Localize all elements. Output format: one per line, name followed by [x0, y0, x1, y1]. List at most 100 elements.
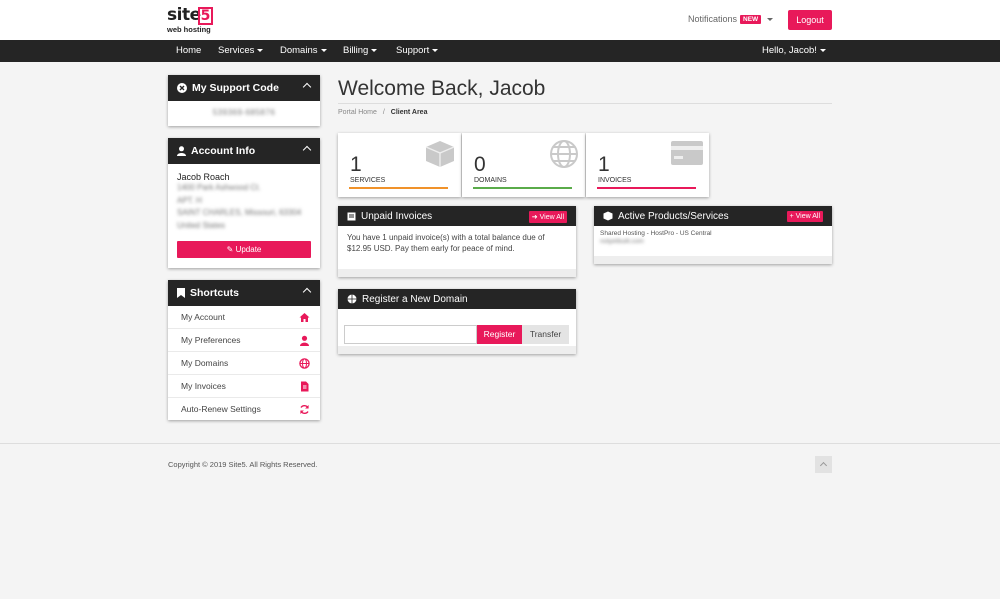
account-info-header[interactable]: Account Info — [168, 138, 320, 164]
invoices-tile[interactable]: 1 INVOICES — [586, 133, 709, 197]
services-count: 1 — [350, 153, 362, 176]
nav-billing-label: Billing — [343, 45, 369, 56]
invoice-icon — [299, 381, 310, 392]
shortcut-label: My Account — [181, 312, 225, 322]
nav-support-label: Support — [396, 45, 430, 56]
chevron-down-icon — [320, 48, 327, 52]
shortcut-auto-renew[interactable]: Auto-Renew Settings — [168, 398, 320, 421]
shortcut-label: My Domains — [181, 358, 229, 368]
invoice-icon — [347, 212, 356, 221]
nav-home-label: Home — [176, 45, 202, 56]
shortcuts-title: Shortcuts — [190, 287, 240, 299]
logo-tagline: web hosting — [167, 25, 211, 34]
shortcut-my-domains[interactable]: My Domains — [168, 352, 320, 375]
header: site 5 web hosting Notifications NEW Log… — [0, 0, 1000, 40]
shortcut-my-invoices[interactable]: My Invoices — [168, 375, 320, 398]
domains-bar — [473, 187, 572, 189]
main-nav: Home Services Domains Billing Support He… — [0, 40, 1000, 62]
chevron-up-icon[interactable] — [302, 287, 312, 297]
unpaid-invoices-panel: Unpaid Invoices ➜ View All You have 1 un… — [338, 206, 576, 277]
breadcrumb-separator: / — [382, 109, 385, 116]
invoices-bar — [597, 187, 696, 189]
domain-search-input[interactable] — [344, 325, 477, 344]
shortcut-label: My Preferences — [181, 335, 241, 345]
home-icon — [299, 312, 310, 323]
pencil-icon: ✎ — [226, 245, 234, 254]
unpaid-invoices-header: Unpaid Invoices ➜ View All — [338, 206, 576, 226]
refresh-icon — [299, 404, 310, 415]
support-code-panel: My Support Code 539369-685876 — [168, 75, 320, 126]
globe-icon — [549, 139, 579, 171]
update-button-label: Update — [235, 245, 262, 254]
chevron-down-icon — [432, 48, 439, 52]
globe-icon — [347, 294, 357, 304]
chevron-down-icon — [257, 48, 264, 52]
shortcut-label: My Invoices — [181, 381, 226, 391]
unpaid-invoices-message: You have 1 unpaid invoice(s) with a tota… — [347, 233, 545, 253]
unpaid-invoices-title: Unpaid Invoices — [361, 210, 433, 222]
view-all-products-button[interactable]: + View All — [786, 211, 823, 222]
credit-card-icon — [671, 141, 703, 167]
nav-billing[interactable]: Billing — [343, 40, 378, 62]
support-code-title: My Support Code — [192, 82, 279, 94]
account-name: Jacob Roach — [177, 172, 230, 182]
box-icon — [425, 140, 455, 170]
breadcrumb: Portal Home / Client Area — [338, 109, 427, 116]
transfer-button[interactable]: Transfer — [522, 325, 569, 344]
account-info-panel: Account Info Jacob Roach 1400 Park Ashwo… — [168, 138, 320, 268]
support-code-header[interactable]: My Support Code — [168, 75, 320, 101]
register-domain-title: Register a New Domain — [362, 293, 468, 305]
nav-services-label: Services — [218, 45, 255, 56]
nav-domains[interactable]: Domains — [280, 40, 327, 62]
view-all-invoices-button[interactable]: ➜ View All — [528, 211, 567, 223]
title-divider — [338, 103, 832, 104]
nav-support[interactable]: Support — [396, 40, 439, 62]
site5-logo[interactable]: site 5 web hosting — [167, 5, 219, 35]
shortcut-my-preferences[interactable]: My Preferences — [168, 329, 320, 352]
domains-label: DOMAINS — [474, 177, 507, 184]
page-title: Welcome Back, Jacob — [338, 77, 546, 100]
nav-domains-label: Domains — [280, 45, 318, 56]
logout-button[interactable]: Logout — [788, 10, 832, 30]
register-domain-panel: Register a New Domain Register Transfer — [338, 289, 576, 354]
nav-home[interactable]: Home — [176, 40, 201, 62]
breadcrumb-current: Client Area — [390, 109, 428, 116]
notifications-label: Notifications — [688, 14, 738, 24]
breadcrumb-home[interactable]: Portal Home — [338, 109, 377, 116]
panel-footer — [338, 269, 576, 277]
logo-wordmark: site — [167, 5, 201, 25]
shortcuts-panel: Shortcuts My Account My Preferences My D… — [168, 280, 320, 420]
chevron-down-icon — [767, 17, 774, 21]
copyright: Copyright © 2019 Site5. All Rights Reser… — [168, 460, 318, 469]
active-products-header: Active Products/Services + View All — [594, 206, 832, 226]
domains-tile[interactable]: 0 DOMAINS — [462, 133, 585, 197]
account-info-title: Account Info — [191, 145, 256, 157]
notifications-dropdown[interactable]: Notifications NEW — [688, 14, 774, 24]
address-line: SAINT CHARLES, Missouri, 63304 — [177, 208, 302, 217]
user-icon — [177, 146, 186, 156]
user-greeting: Hello, Jacob! — [762, 45, 817, 56]
services-tile[interactable]: 1 SERVICES — [338, 133, 461, 197]
chevron-up-icon[interactable] — [302, 82, 312, 92]
services-label: SERVICES — [350, 177, 386, 184]
address-line: United States — [177, 220, 226, 230]
register-button[interactable]: Register — [477, 325, 522, 344]
register-domain-header: Register a New Domain — [338, 289, 576, 309]
chevron-down-icon — [819, 48, 826, 52]
view-all-label: View All — [539, 214, 564, 221]
user-menu[interactable]: Hello, Jacob! — [762, 40, 826, 62]
chevron-up-icon[interactable] — [302, 145, 312, 155]
support-code-value: 539369-685876 — [212, 108, 276, 117]
active-products-panel: Active Products/Services + View All Shar… — [594, 206, 832, 264]
footer-divider — [0, 443, 1000, 444]
nav-services[interactable]: Services — [218, 40, 264, 62]
shortcut-my-account[interactable]: My Account — [168, 306, 320, 329]
back-to-top-button[interactable] — [815, 456, 832, 473]
update-button[interactable]: ✎ Update — [177, 241, 311, 258]
product-name[interactable]: Shared Hosting - HostPro - US Central — [594, 226, 832, 237]
panel-footer — [594, 256, 832, 264]
logo-number: 5 — [198, 7, 213, 25]
close-circle-icon — [177, 83, 187, 93]
chevron-down-icon — [371, 48, 378, 52]
shortcuts-header[interactable]: Shortcuts — [168, 280, 320, 306]
